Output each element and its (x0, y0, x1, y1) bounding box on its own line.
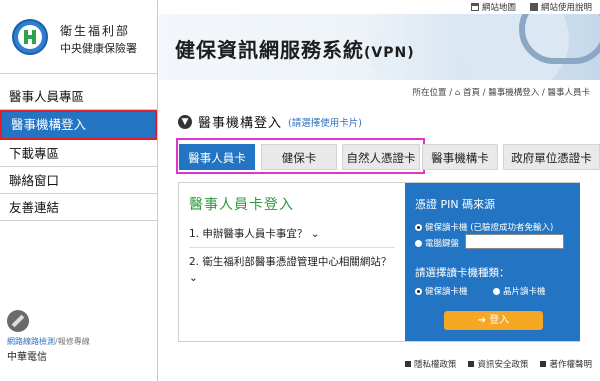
reader-option-nhi[interactable]: 健保讀卡機 (415, 285, 468, 297)
sidebar-item-contact[interactable]: 聯絡窗口 (0, 167, 157, 194)
network-links: 網路線路檢測/報修專線 (7, 336, 90, 347)
breadcrumb-trail: / 醫事機構登入 / 醫事人員卡 (482, 88, 590, 98)
nhi-seal-icon (12, 19, 48, 55)
document-icon (529, 3, 538, 11)
reader-option-nhi-label: 健保讀卡機 (425, 287, 468, 297)
pin-input[interactable] (465, 234, 564, 249)
logo-ministry-name: 衛生福利部 (60, 24, 131, 38)
pin-source-option-keyboard[interactable]: 電腦鍵盤 (415, 237, 459, 249)
login-card: 醫事人員卡登入 1. 申辦醫事人員卡事宜？ ⌄ 2. 衛生福利部醫事憑證管理中心… (178, 182, 580, 342)
sitemap-link[interactable]: 網站地圖 (470, 1, 516, 13)
sidebar-item-institution-login[interactable]: 醫事機構登入 (0, 110, 157, 140)
section-title: 醫事機構登入 (198, 116, 283, 131)
bullet-icon (540, 361, 547, 367)
page-title: 健保資訊網服務系統(VPN) (175, 34, 415, 63)
login-icon: ➔ (477, 315, 487, 326)
login-button[interactable]: ➔ 登入 (444, 311, 543, 330)
footer-security-link[interactable]: 資訊安全政策 (468, 358, 528, 370)
radio-unchecked-icon[interactable] (493, 287, 500, 295)
breadcrumb-home[interactable]: 首頁 (463, 88, 480, 98)
login-card-info: 醫事人員卡登入 1. 申辦醫事人員卡事宜？ ⌄ 2. 衛生福利部醫事憑證管理中心… (179, 183, 405, 341)
breadcrumb: 所在位置 / ⌂ 首頁 / 醫事機構登入 / 醫事人員卡 (413, 86, 590, 98)
bullet-icon (404, 361, 411, 367)
tab-medical-staff-card[interactable]: 醫事人員卡 (179, 144, 255, 170)
pin-option-reader-label: 健保讀卡機 (已驗證成功者免輸入) (425, 223, 554, 233)
faq-certificate-center[interactable]: 2. 衛生福利部醫事憑證管理中心相關網站？ ⌄ (189, 254, 399, 286)
divider (189, 247, 395, 248)
section-header: ▼ 醫事機構登入 (請選擇使用卡片) (178, 112, 362, 131)
repair-hotline-link[interactable]: 報修專線 (58, 337, 90, 346)
sidebar-item-medical-staff[interactable]: 醫事人員專區 (0, 83, 157, 110)
reader-option-chip-label: 晶片讀卡機 (503, 287, 546, 297)
pin-option-keyboard-label: 電腦鍵盤 (425, 239, 460, 249)
top-links: 網站地圖 網站使用說明 (470, 1, 592, 13)
sidebar-item-downloads[interactable]: 下載專區 (0, 140, 157, 167)
page-title-suffix: (VPN) (364, 45, 415, 61)
login-button-label: 登入 (489, 315, 510, 326)
tab-government-certificate[interactable]: 政府單位憑證卡 (503, 144, 600, 170)
bullet-icon (468, 361, 475, 367)
faq-apply-card[interactable]: 1. 申辦醫事人員卡事宜？ ⌄ (189, 226, 320, 242)
sidebar-item-links[interactable]: 友善連結 (0, 194, 157, 221)
tab-institution-card[interactable]: 醫事機構卡 (422, 144, 498, 170)
sidebar-menu: 醫事人員專區 醫事機構登入 下載專區 聯絡窗口 友善連結 (0, 83, 157, 221)
footer-copyright-link[interactable]: 著作權聲明 (540, 358, 592, 370)
isp-name: 中華電信 (7, 352, 47, 363)
radio-unchecked-icon[interactable] (415, 239, 422, 247)
footer-copyright-label: 著作權聲明 (549, 360, 592, 370)
radio-checked-icon[interactable] (415, 287, 422, 295)
arrow-down-circle-icon: ▼ (178, 114, 192, 129)
pin-source-option-reader[interactable]: 健保讀卡機 (已驗證成功者免輸入) (415, 221, 553, 233)
card-type-tabs: 醫事人員卡 健保卡 自然人憑證卡 醫事機構卡 政府單位憑證卡 (172, 138, 600, 174)
tab-nhi-card[interactable]: 健保卡 (261, 144, 337, 170)
tab-citizen-certificate[interactable]: 自然人憑證卡 (342, 144, 420, 170)
login-card-title: 醫事人員卡登入 (189, 197, 294, 213)
section-hint: (請選擇使用卡片) (288, 117, 362, 129)
network-check-link[interactable]: 網路線路檢測 (7, 337, 55, 346)
footer-privacy-link[interactable]: 隱私權政策 (404, 358, 457, 370)
sitemap-icon (470, 3, 479, 11)
reader-type-title: 請選擇讀卡機種類： (415, 267, 510, 279)
pin-source-title: 憑證 PIN 碼來源 (415, 198, 496, 211)
wrench-icon (7, 310, 29, 332)
sitemap-label: 網站地圖 (481, 3, 516, 13)
usage-label: 網站使用說明 (540, 3, 592, 13)
radio-checked-icon[interactable] (415, 223, 422, 231)
footer-security-label: 資訊安全政策 (477, 360, 529, 370)
banner: 健保資訊網服務系統(VPN) (159, 14, 600, 80)
ministry-logo[interactable]: 衛生福利部 中央健康保險署 (0, 0, 158, 74)
usage-link[interactable]: 網站使用說明 (529, 1, 592, 13)
breadcrumb-prefix: 所在位置 / (412, 88, 453, 98)
page-title-text: 健保資訊網服務系統 (175, 38, 364, 62)
home-icon: ⌂ (454, 88, 461, 98)
sidebar: 衛生福利部 中央健康保險署 醫事人員專區 醫事機構登入 下載專區 聯絡窗口 友善… (0, 0, 158, 381)
footer: 隱私權政策 資訊安全政策 著作權聲明 (404, 358, 592, 370)
reader-option-chip[interactable]: 晶片讀卡機 (493, 285, 546, 297)
logo-agency-name: 中央健康保險署 (60, 42, 137, 55)
footer-privacy-label: 隱私權政策 (413, 360, 457, 370)
login-form: 憑證 PIN 碼來源 健保讀卡機 (已驗證成功者免輸入) 電腦鍵盤 請選擇讀卡機… (405, 183, 580, 341)
